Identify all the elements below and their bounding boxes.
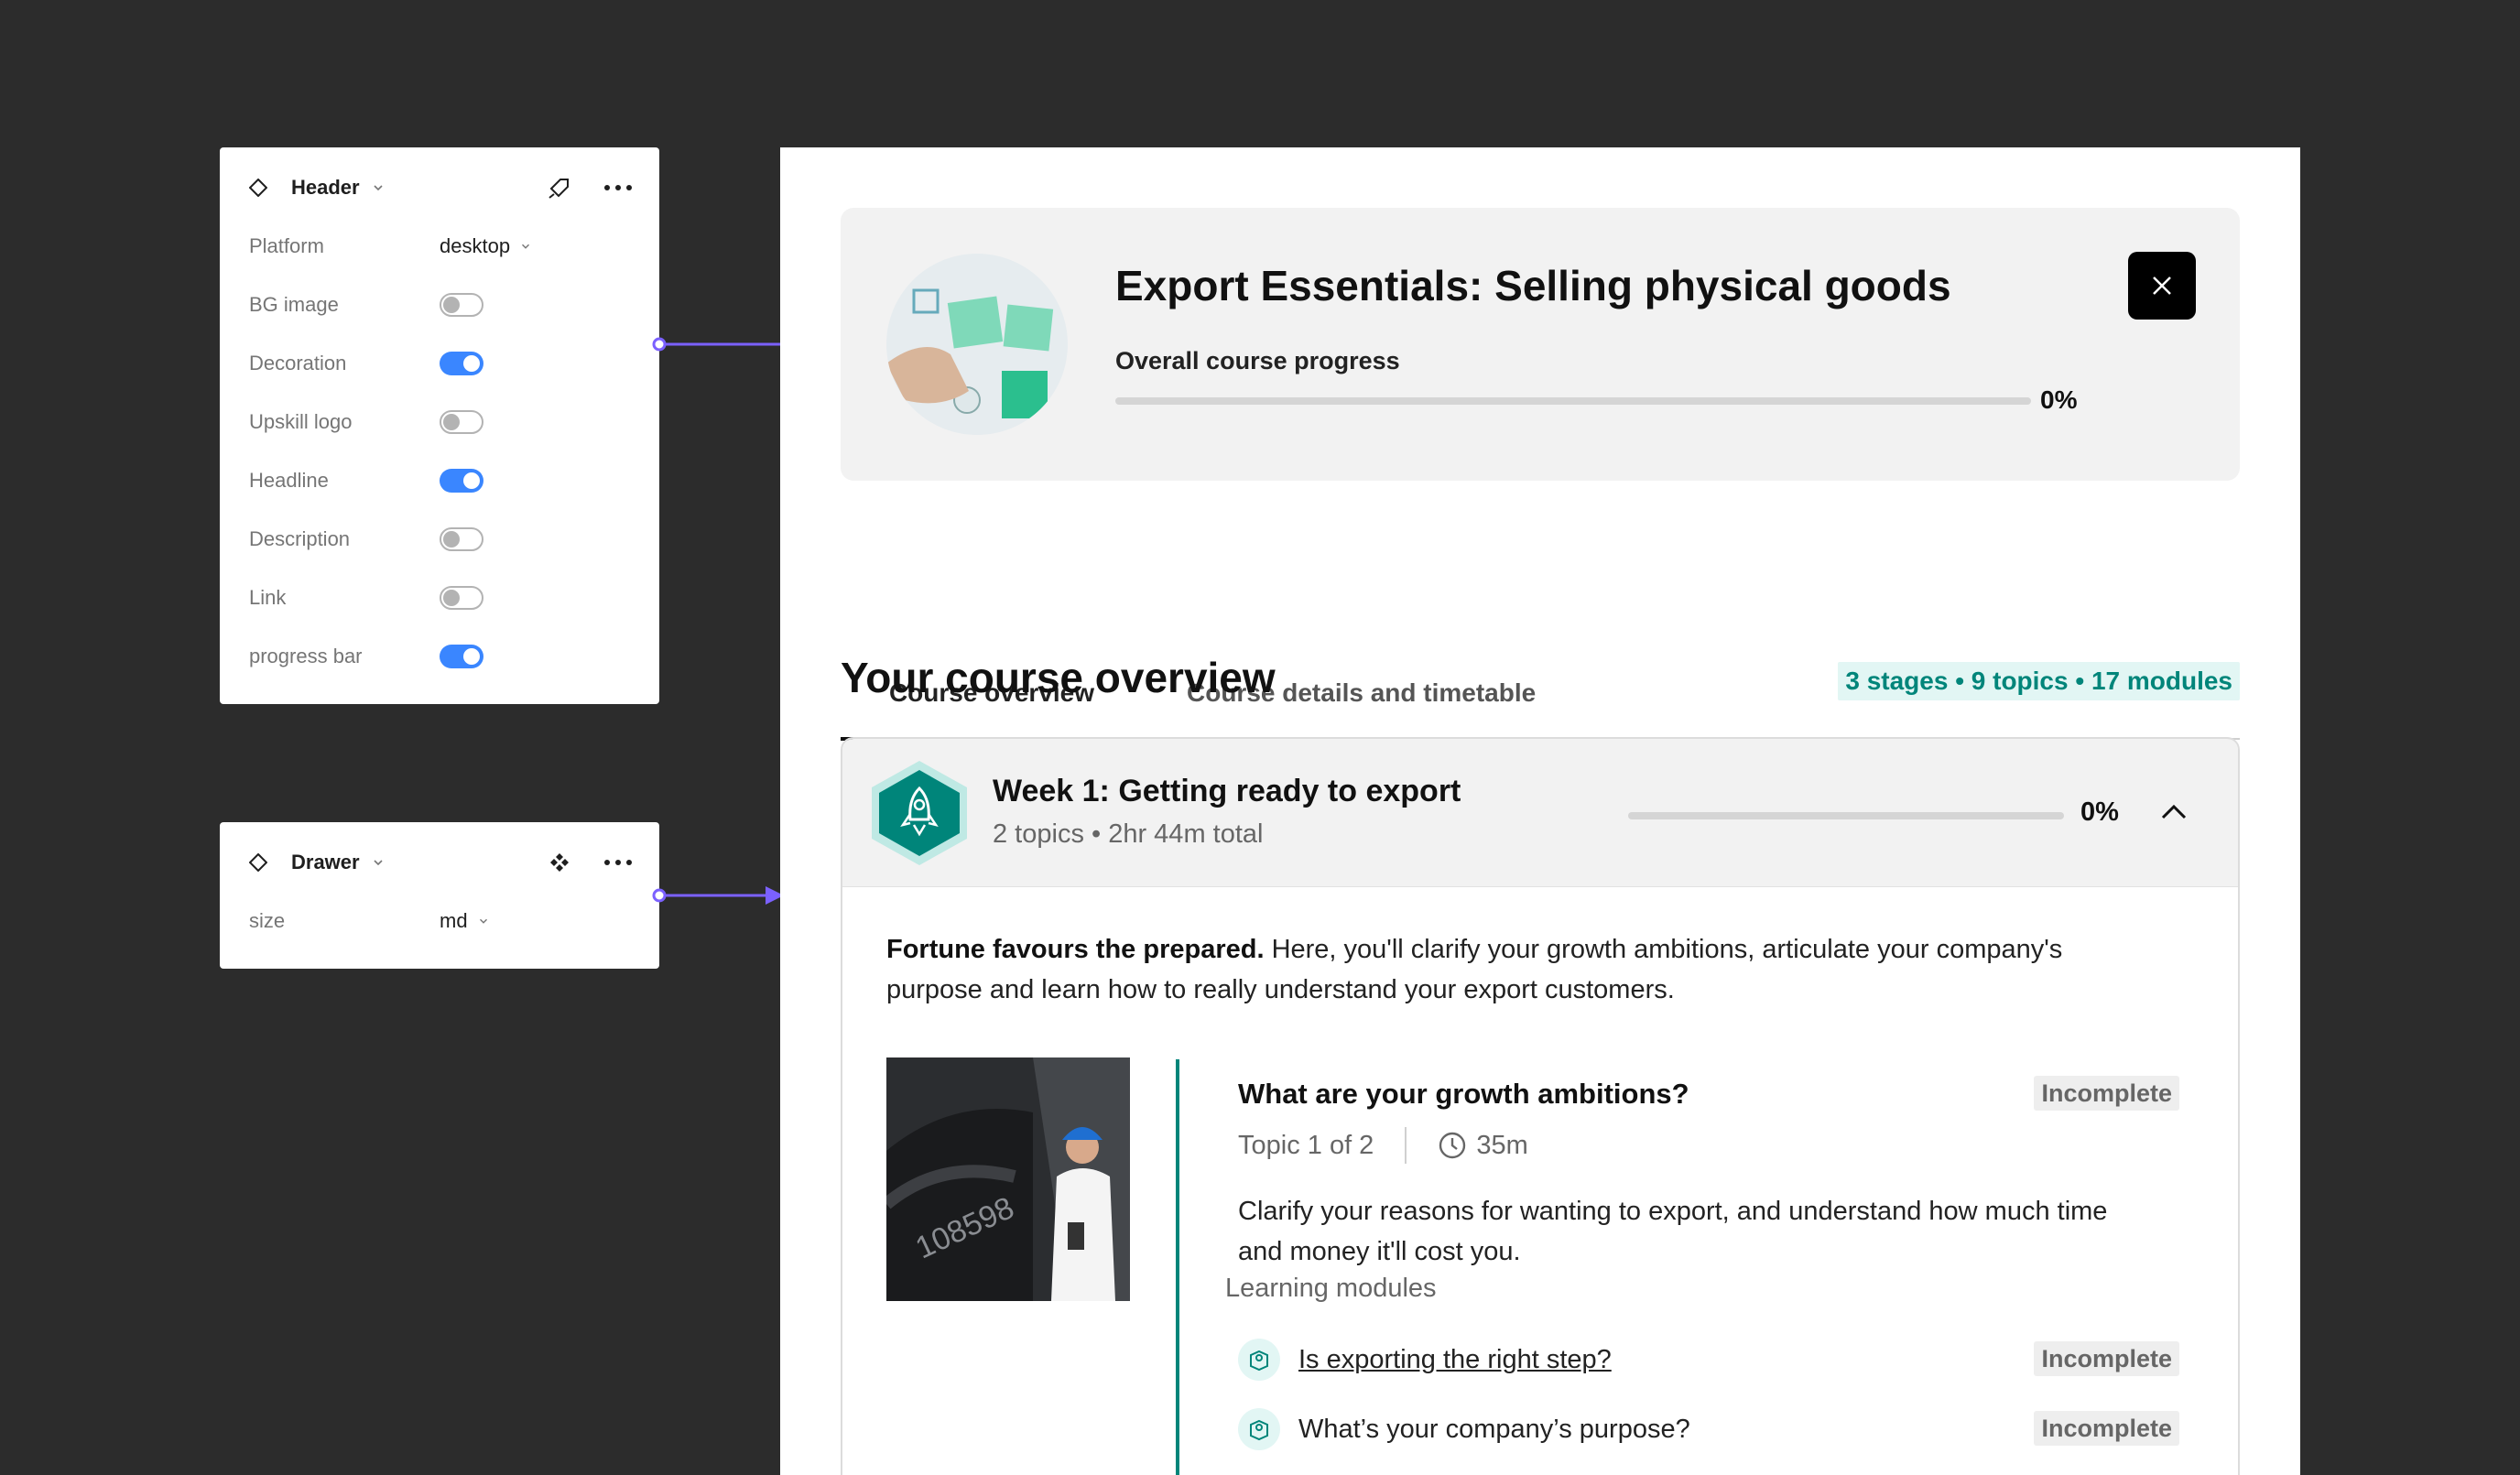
property-label: Platform bbox=[249, 234, 324, 257]
link-toggle[interactable] bbox=[440, 586, 483, 610]
property-label: Headline bbox=[249, 469, 329, 492]
module-status-badge: Incomplete bbox=[2034, 1411, 2179, 1446]
property-label: progress bar bbox=[249, 645, 363, 667]
topic-duration: 35m bbox=[1476, 1130, 1528, 1160]
property-label: BG image bbox=[249, 293, 339, 316]
intro-bold: Fortune favours the prepared. bbox=[886, 935, 1265, 964]
size-select[interactable]: md bbox=[440, 909, 490, 933]
module-link[interactable]: What’s your company’s purpose? bbox=[1298, 1415, 1690, 1445]
drawer-panel-head: Drawer bbox=[220, 833, 659, 892]
platform-value: desktop bbox=[440, 234, 511, 257]
overview-summary-badge: 3 stages • 9 topics • 17 modules bbox=[1838, 662, 2240, 700]
week-meta: 2 topics • 2hr 44m total bbox=[993, 819, 1264, 849]
property-row-progress-bar: progress bar bbox=[220, 627, 659, 686]
course-header: Export Essentials: Selling physical good… bbox=[841, 208, 2240, 481]
platform-select[interactable]: desktop bbox=[440, 234, 532, 258]
week-accordion: Week 1: Getting ready to export 2 topics… bbox=[841, 737, 2240, 1475]
property-row-description: Description bbox=[220, 510, 659, 569]
decoration-toggle[interactable] bbox=[440, 352, 483, 375]
chevron-down-icon bbox=[479, 918, 487, 924]
property-row-link: Link bbox=[220, 569, 659, 627]
module-row: What’s your company’s purpose? bbox=[1238, 1404, 2154, 1455]
more-options-icon[interactable] bbox=[603, 847, 634, 878]
property-row-upskill-logo: Upskill logo bbox=[220, 393, 659, 451]
component-diamond-icon bbox=[249, 179, 267, 197]
meta-divider bbox=[1405, 1127, 1407, 1164]
course-thumbnail bbox=[886, 254, 1068, 435]
property-label: Link bbox=[249, 586, 287, 609]
drawer-panel-title[interactable]: Drawer bbox=[291, 851, 360, 874]
headline-toggle[interactable] bbox=[440, 469, 483, 493]
more-options-icon[interactable] bbox=[603, 172, 634, 203]
course-progress-bar bbox=[1115, 397, 2031, 405]
topic-position: Topic 1 of 2 bbox=[1238, 1130, 1374, 1160]
property-row-size: size md bbox=[220, 892, 659, 950]
module-link[interactable]: Is exporting the right step? bbox=[1298, 1345, 1612, 1375]
course-drawer: Export Essentials: Selling physical good… bbox=[780, 147, 2300, 1475]
tab-course-overview[interactable]: Course overview bbox=[841, 514, 1143, 741]
property-row-headline: Headline bbox=[220, 451, 659, 510]
module-row: Is exporting the right step? bbox=[1238, 1334, 2154, 1385]
drawer-properties-panel: Drawer size md bbox=[220, 822, 659, 969]
chevron-down-icon[interactable] bbox=[371, 180, 386, 195]
bg-image-toggle[interactable] bbox=[440, 293, 483, 317]
overview-heading: Your course overview bbox=[841, 654, 1276, 701]
topic-status-badge: Incomplete bbox=[2034, 1076, 2179, 1111]
week-intro: Fortune favours the prepared. Here, you'… bbox=[886, 929, 2150, 1010]
topic-title: What are your growth ambitions? bbox=[1238, 1078, 1689, 1110]
chevron-up-icon[interactable] bbox=[2157, 796, 2190, 829]
tab-course-details[interactable]: Course details and timetable bbox=[1187, 514, 1536, 741]
week-title: Week 1: Getting ready to export bbox=[993, 774, 1461, 808]
clock-icon bbox=[1439, 1132, 1466, 1159]
close-icon bbox=[2153, 277, 2171, 295]
week-progress-percent: 0% bbox=[2080, 797, 2119, 827]
property-label: Description bbox=[249, 527, 351, 550]
module-icon bbox=[1238, 1339, 1280, 1381]
progress-bar-toggle[interactable] bbox=[440, 645, 483, 668]
week-accordion-header[interactable]: Week 1: Getting ready to export 2 topics… bbox=[842, 739, 2238, 887]
component-icon[interactable] bbox=[544, 847, 575, 878]
property-row-bg-image: BG image bbox=[220, 276, 659, 334]
description-toggle[interactable] bbox=[440, 527, 483, 551]
size-value: md bbox=[440, 909, 468, 932]
rocket-badge-icon bbox=[872, 761, 967, 865]
course-title: Export Essentials: Selling physical good… bbox=[1115, 262, 1951, 309]
learning-modules-label: Learning modules bbox=[1225, 1274, 1437, 1303]
property-row-platform: Platform desktop bbox=[220, 217, 659, 276]
header-properties-panel: Header Platform desktop BG image Decorat… bbox=[220, 147, 659, 704]
topic-image: 108598 bbox=[886, 1057, 1130, 1301]
topic-meta: Topic 1 of 2 35m bbox=[1238, 1127, 1528, 1164]
module-status-badge: Incomplete bbox=[2034, 1341, 2179, 1376]
chevron-down-icon bbox=[522, 244, 530, 249]
header-panel-head: Header bbox=[220, 158, 659, 217]
module-icon bbox=[1238, 1408, 1280, 1450]
property-row-decoration: Decoration bbox=[220, 334, 659, 393]
connector-arrow-drawer bbox=[652, 886, 784, 905]
edit-instance-icon[interactable] bbox=[544, 172, 575, 203]
property-label: Upskill logo bbox=[249, 410, 353, 433]
upskill-logo-toggle[interactable] bbox=[440, 410, 483, 434]
course-tabs: Course overview Course details and timet… bbox=[841, 514, 2240, 743]
property-label: size bbox=[249, 909, 286, 932]
chevron-down-icon[interactable] bbox=[371, 855, 386, 870]
topic-accent-rule bbox=[1176, 1059, 1179, 1475]
week-progress-bar bbox=[1628, 812, 2064, 819]
component-diamond-icon bbox=[249, 853, 267, 872]
property-label: Decoration bbox=[249, 352, 347, 374]
close-button[interactable] bbox=[2128, 252, 2196, 320]
header-panel-title[interactable]: Header bbox=[291, 176, 360, 200]
topic-description: Clarify your reasons for wanting to expo… bbox=[1238, 1197, 2108, 1266]
course-progress-percent: 0% bbox=[2040, 385, 2078, 414]
progress-label: Overall course progress bbox=[1115, 347, 1400, 374]
